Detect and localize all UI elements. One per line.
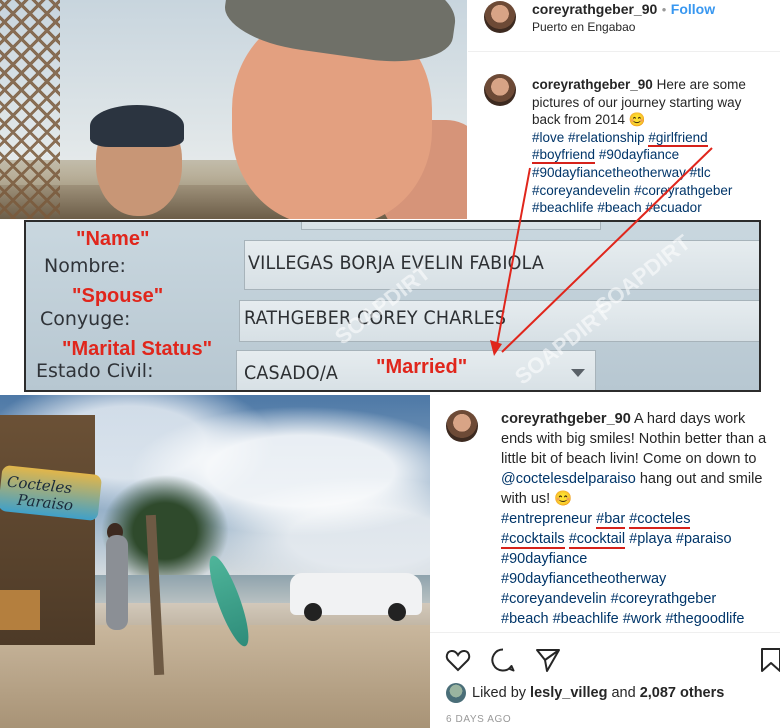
post2-caption: coreyrathgeber_90 A hard days work ends … bbox=[501, 409, 773, 629]
hashtag-cocteles[interactable]: #cocteles bbox=[629, 511, 691, 529]
photo-car bbox=[290, 573, 422, 621]
photo-crate bbox=[0, 590, 40, 630]
photo-car-wheel bbox=[304, 603, 322, 621]
hashtag[interactable]: #beachlife bbox=[553, 611, 619, 627]
liked-by-and: and bbox=[611, 685, 636, 701]
photo-car-wheel bbox=[388, 603, 406, 621]
heart-icon[interactable] bbox=[445, 647, 471, 673]
post-timestamp[interactable]: 6 DAYS AGO bbox=[446, 714, 511, 725]
hashtag-bar[interactable]: #bar bbox=[596, 511, 626, 529]
divider bbox=[430, 632, 780, 633]
mention-link[interactable]: @coctelesdelparaiso bbox=[501, 471, 636, 487]
hashtag-cocktail[interactable]: #cocktail bbox=[568, 531, 626, 549]
arrow-line-girlfriend bbox=[501, 147, 713, 353]
hashtag[interactable]: #coreyrathgeber bbox=[611, 591, 717, 607]
share-icon[interactable] bbox=[535, 647, 561, 673]
photo-sign-text: Cocteles Paraiso bbox=[4, 473, 75, 515]
hashtag[interactable]: #playa bbox=[629, 531, 672, 547]
photo-person bbox=[106, 535, 128, 630]
likes-line: Liked by lesly_villeg and 2,087 others bbox=[472, 685, 724, 701]
liked-by-prefix: Liked by bbox=[472, 685, 527, 701]
hashtag[interactable]: #work bbox=[623, 611, 662, 627]
hashtag[interactable]: #paraiso bbox=[676, 531, 732, 547]
hashtag[interactable]: #thegoodlife bbox=[665, 611, 744, 627]
hashtag[interactable]: #90dayfiancetheotherway bbox=[501, 571, 666, 587]
post-photo-beach-bar[interactable]: Cocteles Paraiso bbox=[0, 395, 430, 728]
caption-username[interactable]: coreyrathgeber_90 bbox=[501, 411, 631, 427]
hashtag-cocktails[interactable]: #cocktails bbox=[501, 531, 565, 549]
comment-icon[interactable] bbox=[490, 647, 516, 673]
liker-avatar[interactable] bbox=[446, 683, 466, 703]
arrow-head bbox=[490, 340, 502, 356]
hashtag[interactable]: #coreyandevelin bbox=[501, 591, 607, 607]
arrow-line-boyfriend bbox=[495, 167, 531, 351]
liked-by-user-link[interactable]: lesly_villeg bbox=[530, 685, 607, 701]
hashtag[interactable]: #90dayfiance bbox=[501, 551, 587, 567]
hashtag[interactable]: #entrepreneur bbox=[501, 511, 592, 527]
hashtag[interactable]: #beach bbox=[501, 611, 549, 627]
bookmark-icon[interactable] bbox=[758, 647, 780, 673]
avatar[interactable] bbox=[446, 410, 478, 442]
likes-count-link[interactable]: 2,087 others bbox=[640, 685, 725, 701]
